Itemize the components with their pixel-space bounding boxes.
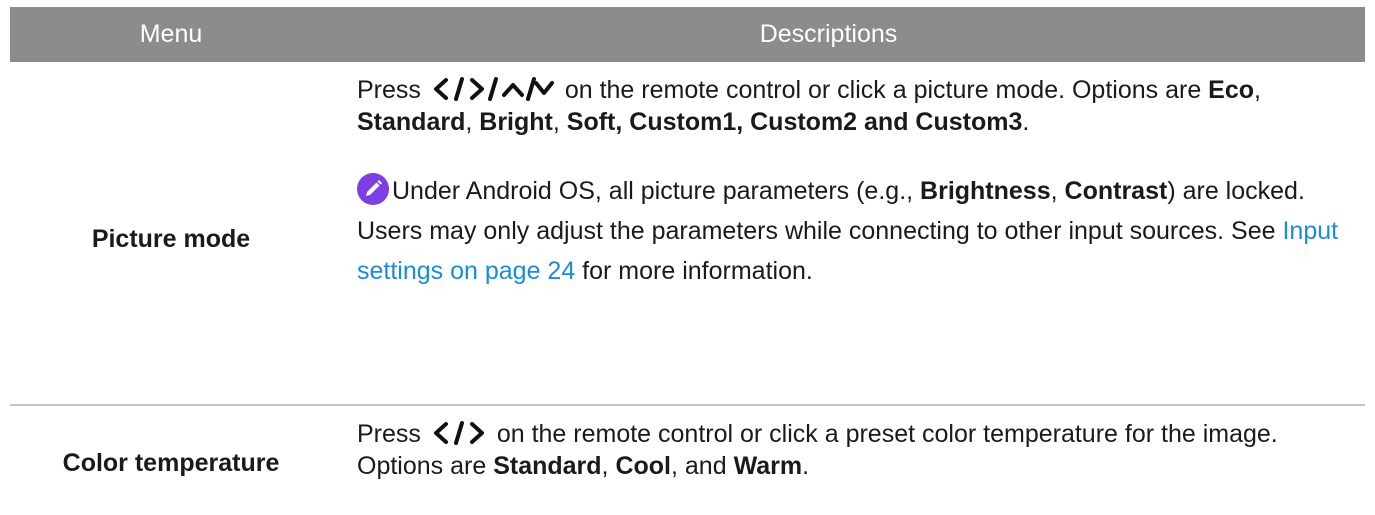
header-descriptions: Descriptions bbox=[759, 20, 898, 48]
table-header: Menu Descriptions bbox=[10, 7, 1365, 62]
menu-table: Menu Descriptions Picture mode Press on … bbox=[10, 7, 1365, 512]
pencil-note-icon bbox=[357, 173, 389, 205]
description-cell: Press on the remote control or click a p… bbox=[332, 62, 1365, 404]
menu-cell-picture-mode: Picture mode bbox=[91, 224, 251, 253]
left-right-arrow-icons bbox=[433, 421, 484, 445]
description-text: Press on the remote control or click a p… bbox=[357, 76, 1261, 136]
description-text: Press on the remote control or click a p… bbox=[357, 420, 1278, 480]
menu-cell-color-temperature: Color temperature bbox=[62, 448, 280, 477]
left-right-up-down-arrow-icons bbox=[433, 77, 554, 101]
description-cell: Press on the remote control or click a p… bbox=[332, 406, 1365, 512]
table-row: Color temperature Press on the remote co… bbox=[10, 406, 1365, 512]
header-menu: Menu bbox=[139, 20, 203, 48]
table-row: Picture mode Press on the remote control bbox=[10, 62, 1365, 406]
note-text: Under Android OS, all picture parameters… bbox=[357, 171, 1365, 291]
